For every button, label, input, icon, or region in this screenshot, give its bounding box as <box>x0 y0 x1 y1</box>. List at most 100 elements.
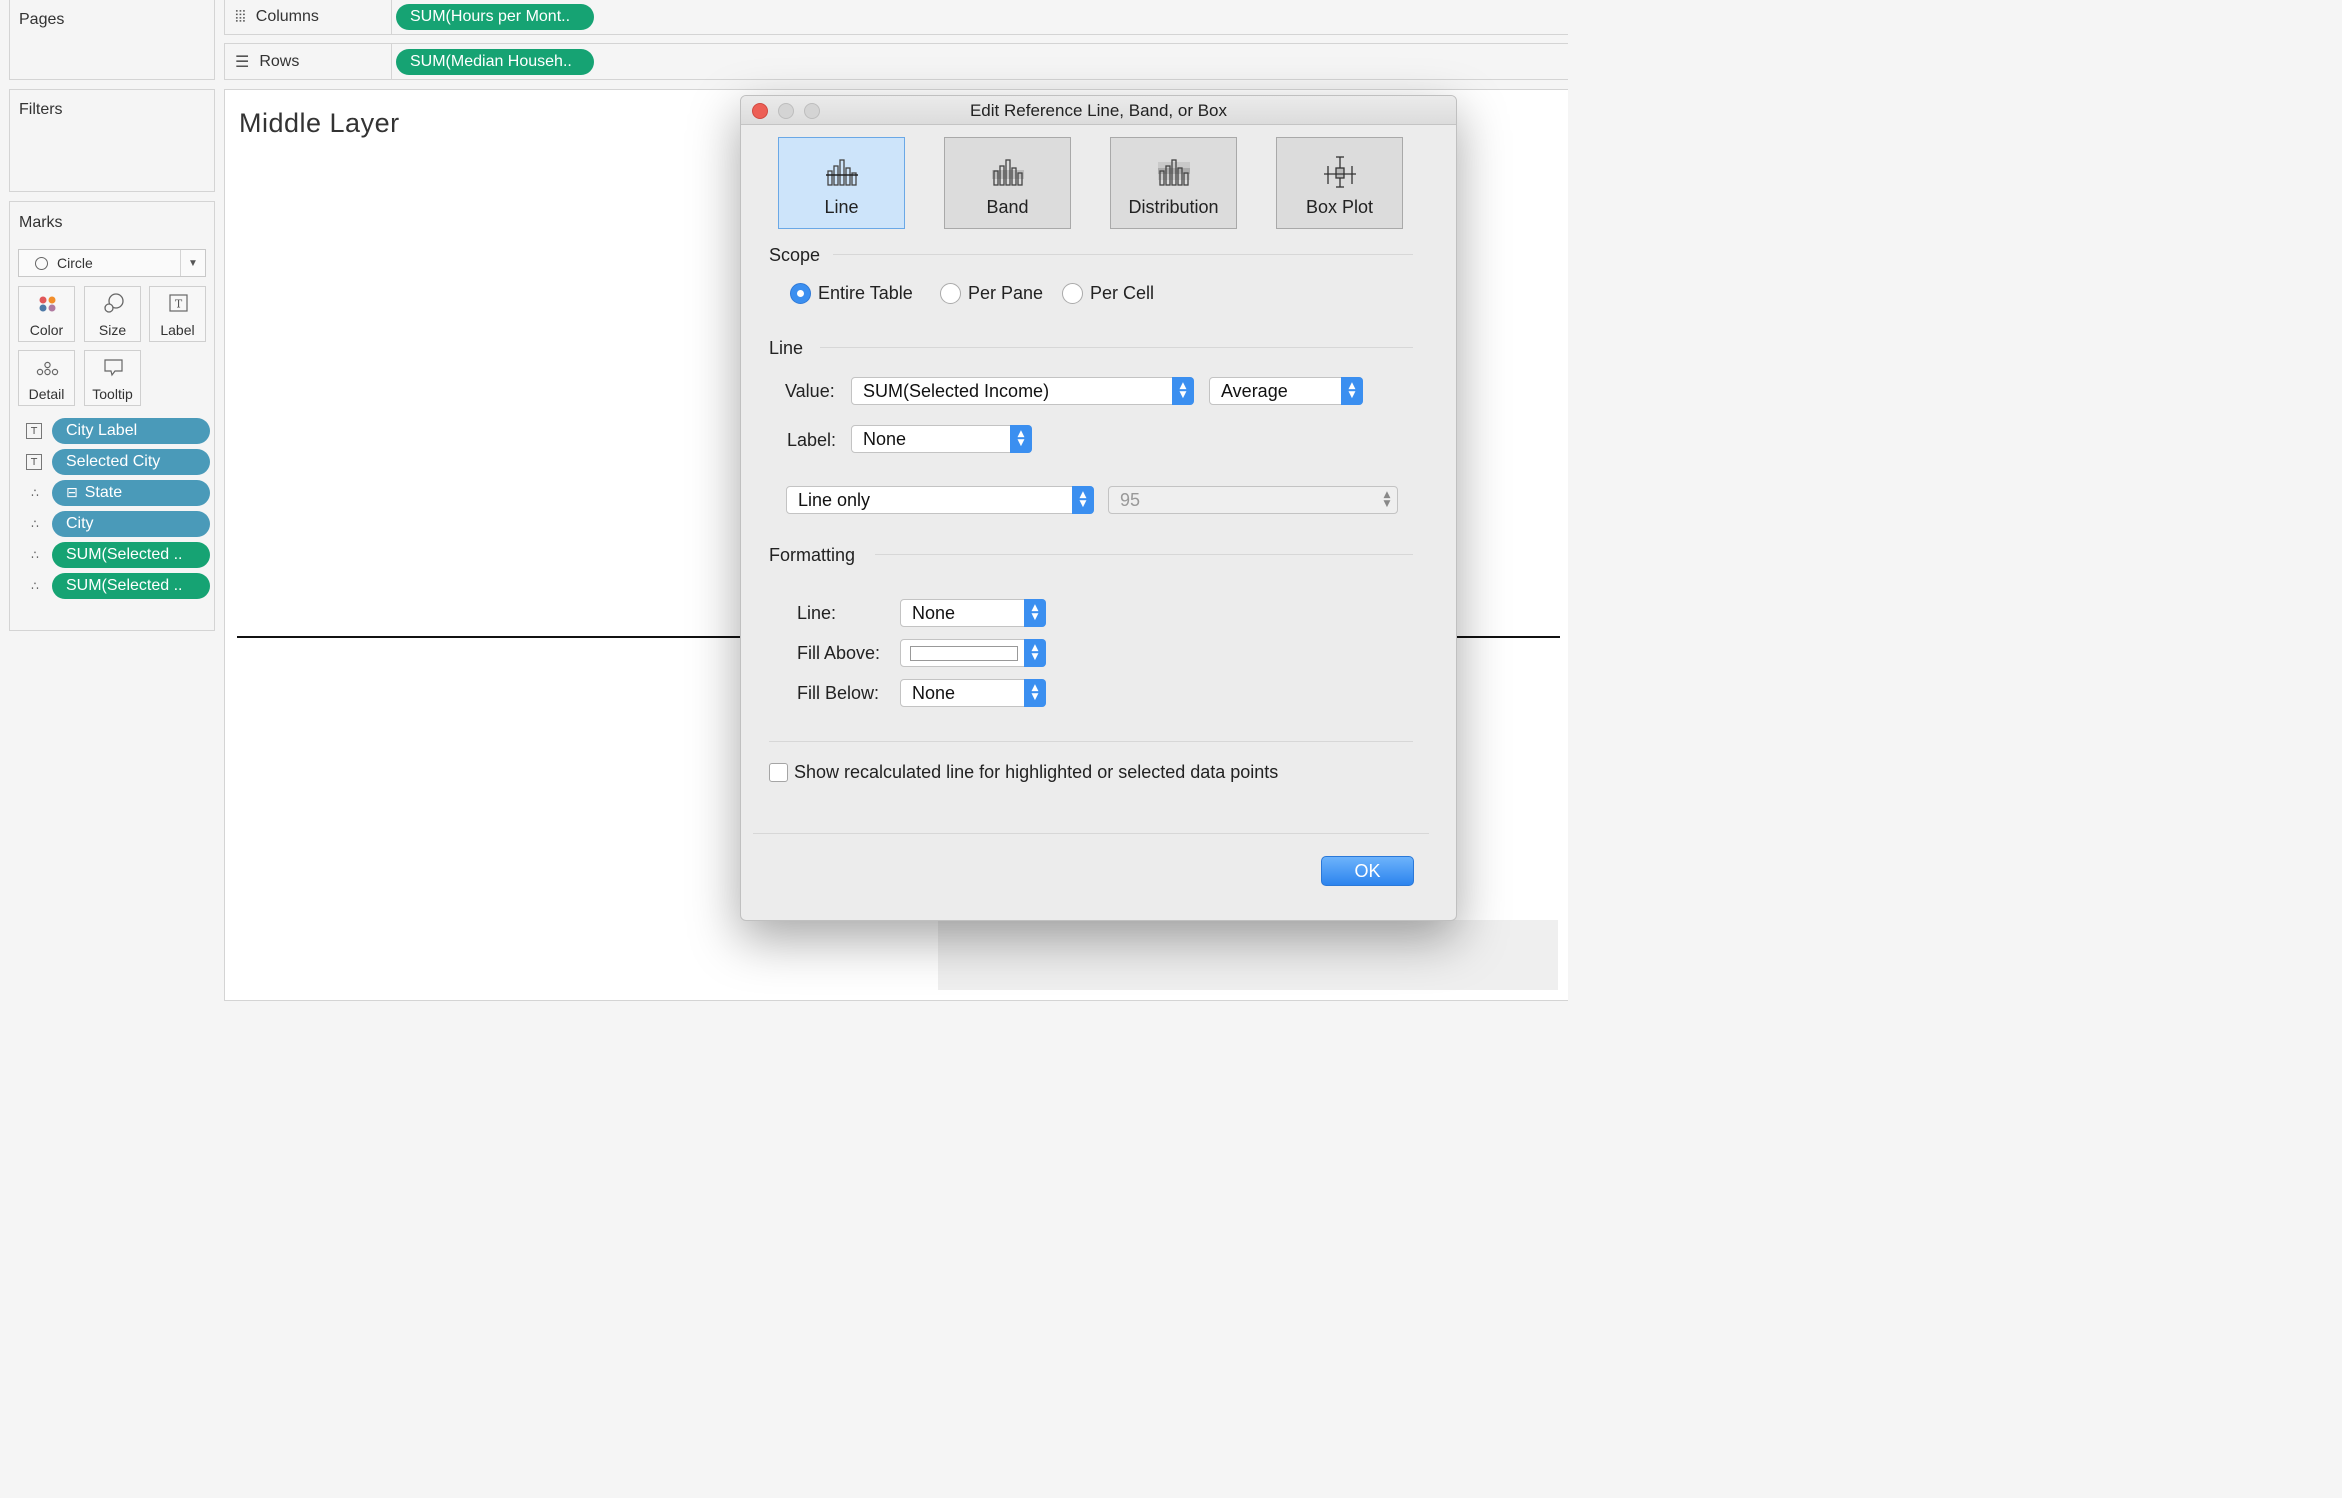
field-pill[interactable]: City Label <box>52 418 210 444</box>
color-card-label: Color <box>29 322 64 338</box>
stepper-chevrons-icon: ▲ ▼ <box>1072 486 1094 514</box>
detail-icon: ∴ <box>31 579 39 593</box>
radio-selected-icon <box>790 283 811 304</box>
field-pill[interactable]: Selected City <box>52 449 210 475</box>
columns-icon: ⦙⦙⦙ <box>235 6 246 26</box>
stepper-chevrons-icon: ▲ ▼ <box>1024 679 1046 707</box>
edit-reference-line-dialog: Edit Reference Line, Band, or Box Line B… <box>740 95 1457 921</box>
scope-entire-table-radio[interactable]: Entire Table <box>790 283 913 304</box>
marks-field-city-label[interactable]: T City Label <box>26 418 210 444</box>
value-label: Value: <box>785 381 835 401</box>
marks-field-selected-city[interactable]: T Selected City <box>26 449 210 475</box>
size-icon <box>104 293 124 313</box>
detail-icon: ∴ <box>31 517 39 531</box>
chevron-down-icon[interactable]: ▼ <box>180 250 205 276</box>
aggregation-select[interactable]: Average ▲ ▼ <box>1209 377 1363 405</box>
size-card[interactable]: Size <box>84 286 141 342</box>
fill-below-label: Fill Below: <box>797 683 880 703</box>
color-card[interactable]: Color <box>18 286 75 342</box>
dialog-title: Edit Reference Line, Band, or Box <box>969 101 1228 120</box>
close-button[interactable] <box>752 103 768 119</box>
rows-shelf[interactable]: ☰ Rows SUM(Median Househ.. <box>224 43 1568 80</box>
collapse-icon[interactable]: ⊟ <box>66 485 78 501</box>
stepper-chevrons-icon: ▲ ▼ <box>1172 377 1194 405</box>
marks-pane: Marks Circle ▼ Color Size T Label Detail <box>9 201 215 631</box>
field-pill[interactable]: City <box>52 511 210 537</box>
type-band-button[interactable]: Band <box>944 137 1071 229</box>
type-box-plot-button[interactable]: Box Plot <box>1276 137 1403 229</box>
scope-per-pane-radio[interactable]: Per Pane <box>940 283 1043 304</box>
columns-shelf[interactable]: ⦙⦙⦙ Columns SUM(Hours per Mont.. <box>224 0 1568 35</box>
rows-pill[interactable]: SUM(Median Househ.. <box>396 49 594 75</box>
detail-icon: ∴ <box>31 548 39 562</box>
detail-icon: ∴ <box>31 486 39 500</box>
label-select[interactable]: None ▲ ▼ <box>851 425 1032 453</box>
stepper-chevrons-icon: ▲ ▼ <box>1383 490 1391 509</box>
stepper-chevrons-icon: ▲ ▼ <box>1341 377 1363 405</box>
type-distribution-button[interactable]: Distribution <box>1110 137 1237 229</box>
marks-field-city[interactable]: ∴ City <box>26 511 210 537</box>
marks-field-sum-selected-2[interactable]: ∴ SUM(Selected .. <box>26 573 210 599</box>
fill-below-select[interactable]: None ▲ ▼ <box>900 679 1046 707</box>
radio-icon <box>1062 283 1083 304</box>
type-distribution-label: Distribution <box>1128 197 1219 217</box>
dialog-titlebar[interactable]: Edit Reference Line, Band, or Box <box>741 96 1456 125</box>
stepper-chevrons-icon: ▲ ▼ <box>1024 599 1046 627</box>
fill-above-select[interactable]: ▲ ▼ <box>900 639 1046 667</box>
recalculated-line-checkbox[interactable]: Show recalculated line for highlighted o… <box>769 762 1278 783</box>
confidence-select: 95 ▲ ▼ <box>1108 486 1398 514</box>
view-background-block <box>938 920 1558 990</box>
formatting-separator <box>875 554 1413 555</box>
field-pill[interactable]: SUM(Selected .. <box>52 542 210 568</box>
radio-icon <box>940 283 961 304</box>
detail-card[interactable]: Detail <box>18 350 75 406</box>
pages-title: Pages <box>19 11 65 28</box>
ok-button[interactable]: OK <box>1321 856 1414 886</box>
band-type-icon <box>992 159 1024 186</box>
marks-field-sum-selected-1[interactable]: ∴ SUM(Selected .. <box>26 542 210 568</box>
size-card-label: Size <box>98 322 127 338</box>
rows-shelf-label: ☰ Rows <box>225 44 392 79</box>
display-select[interactable]: Line only ▲ ▼ <box>786 486 1094 514</box>
scope-per-cell-radio[interactable]: Per Cell <box>1062 283 1154 304</box>
type-line-label: Line <box>824 197 859 217</box>
marks-title: Marks <box>19 214 63 231</box>
label-card[interactable]: T Label <box>149 286 206 342</box>
pages-pane: Pages <box>9 0 215 80</box>
label-icon: T <box>26 423 42 439</box>
checkbox-box[interactable] <box>769 763 788 782</box>
zoom-button <box>804 103 820 119</box>
tooltip-card[interactable]: Tooltip <box>84 350 141 406</box>
value-select[interactable]: SUM(Selected Income) ▲ ▼ <box>851 377 1194 405</box>
line-separator <box>820 347 1413 348</box>
box-plot-type-icon <box>1324 156 1356 188</box>
color-icon <box>39 296 56 312</box>
checkbox-separator <box>769 741 1413 742</box>
marks-field-state[interactable]: ∴ ⊟ State <box>26 480 210 506</box>
field-pill[interactable]: ⊟ State <box>52 480 210 506</box>
fill-above-swatch <box>910 645 1018 661</box>
tooltip-card-label: Tooltip <box>92 386 133 402</box>
line-heading: Line <box>769 338 804 358</box>
footer-separator <box>753 833 1429 834</box>
stepper-chevrons-icon: ▲ ▼ <box>1010 425 1032 453</box>
scope-separator <box>833 254 1413 255</box>
tooltip-icon <box>104 359 123 377</box>
distribution-type-icon <box>1158 159 1190 186</box>
detail-icon <box>36 361 59 376</box>
label-card-label: Label <box>160 322 195 338</box>
columns-pill[interactable]: SUM(Hours per Mont.. <box>396 4 594 30</box>
field-pill-label: State <box>84 484 123 501</box>
rows-icon: ☰ <box>235 52 250 71</box>
field-pill[interactable]: SUM(Selected .. <box>52 573 210 599</box>
recalculated-line-label: Show recalculated line for highlighted o… <box>794 762 1279 782</box>
circle-icon <box>35 256 48 270</box>
text-label-icon: T <box>169 294 188 312</box>
mark-type-dropdown[interactable]: Circle ▼ <box>18 249 206 277</box>
format-line-label: Line: <box>797 603 837 623</box>
format-line-select[interactable]: None ▲ ▼ <box>900 599 1046 627</box>
minimize-button <box>778 103 794 119</box>
fill-above-label: Fill Above: <box>797 643 881 663</box>
filters-pane[interactable]: Filters <box>9 89 215 192</box>
type-line-button[interactable]: Line <box>778 137 905 229</box>
